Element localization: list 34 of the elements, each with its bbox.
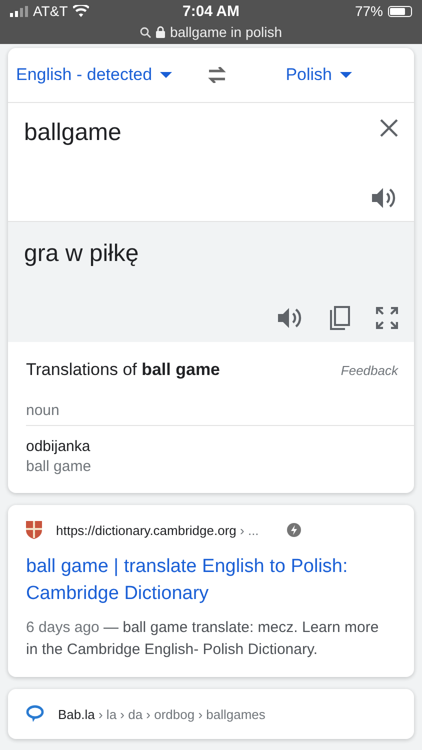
target-language-button[interactable]: Polish: [286, 61, 352, 89]
lock-icon: [156, 26, 165, 38]
copy-icon[interactable]: [330, 306, 350, 330]
clock-time: 7:04 AM: [182, 2, 240, 20]
dictionary-heading: Translations of ball game: [26, 360, 220, 380]
address-text[interactable]: ballgame in polish: [170, 24, 282, 40]
wifi-icon: [72, 5, 89, 17]
swap-icon[interactable]: [206, 67, 228, 83]
site-name: https://dictionary.cambridge.org: [56, 522, 236, 538]
fullscreen-icon[interactable]: [376, 307, 398, 329]
caret-icon: [160, 72, 172, 78]
battery-icon: [388, 6, 412, 16]
part-of-speech: noun: [26, 402, 414, 426]
search-icon: [140, 26, 151, 38]
signal-icon: [10, 6, 28, 16]
shield-icon: [26, 521, 42, 539]
source-language-button[interactable]: English - detected: [16, 61, 172, 89]
result-snippet: 6 days ago — ball game translate: mecz. Learn more in the Cambridge English- Polish Dictionary.: [26, 618, 380, 660]
word-meaning: ball game: [26, 458, 92, 475]
carrier-name: AT&T: [33, 3, 68, 19]
close-icon[interactable]: [380, 119, 398, 137]
battery-percent: 77%: [354, 3, 383, 19]
feedback-link[interactable]: Feedback: [340, 362, 398, 378]
result-title-link[interactable]: ball game | translate English to Polish: Cambridge Dictionary: [26, 553, 396, 607]
speaker-icon[interactable]: [278, 307, 304, 329]
source-text[interactable]: ballgame: [24, 119, 122, 147]
site-name: Bab.la: [58, 706, 95, 722]
url-path: › la › da › ordbog › ballgames: [97, 706, 266, 722]
speech-bubble-icon: [26, 705, 44, 723]
speaker-icon[interactable]: [372, 187, 398, 209]
translation-word: odbijanka: [26, 438, 92, 455]
caret-icon: [340, 72, 352, 78]
translation-text: gra w piłkę: [24, 240, 139, 268]
url-path: › ...: [239, 522, 259, 538]
